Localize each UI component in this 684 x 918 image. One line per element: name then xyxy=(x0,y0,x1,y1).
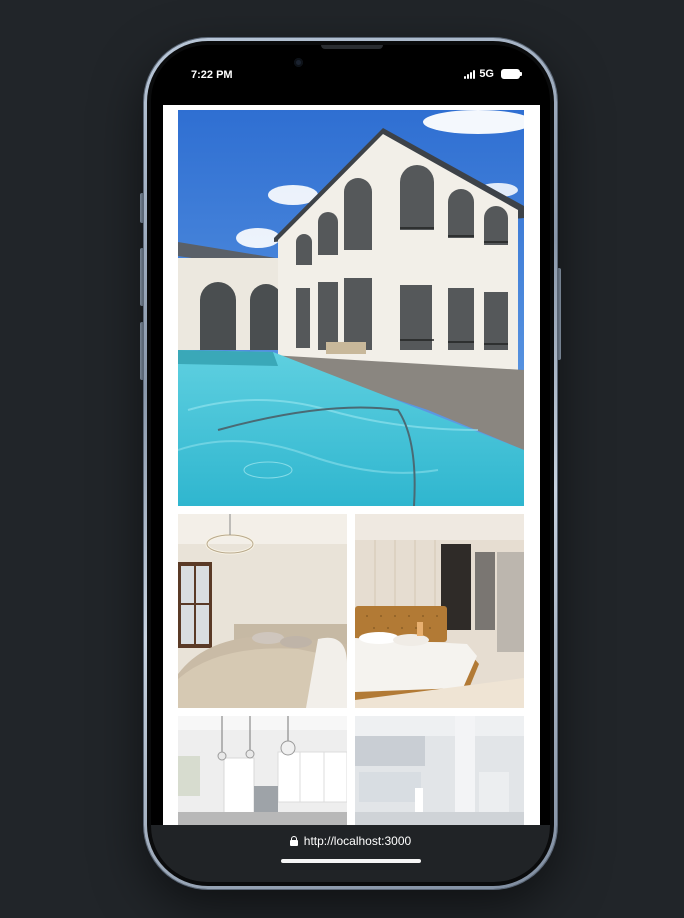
phone-screen: 7:22 PM 5G http://localhost:3000 xyxy=(151,45,550,882)
url-text[interactable]: http://localhost:3000 xyxy=(304,834,411,848)
device-mockup-canvas: 7:22 PM 5G http://localhost:3000 xyxy=(0,0,684,918)
status-bar: 7:22 PM 5G xyxy=(151,45,550,105)
signal-bars-icon xyxy=(464,69,476,79)
power-button xyxy=(557,268,561,360)
web-page[interactable] xyxy=(163,105,540,825)
browser-url-bar[interactable]: http://localhost:3000 xyxy=(151,825,550,882)
status-indicators: 5G xyxy=(464,68,522,80)
gallery-image-main[interactable] xyxy=(178,110,524,506)
lock-icon xyxy=(289,836,298,846)
gallery-image-bedroom-2[interactable] xyxy=(355,514,524,708)
network-label: 5G xyxy=(479,68,494,80)
home-indicator[interactable] xyxy=(281,859,421,863)
gallery-image-bedroom-1[interactable] xyxy=(178,514,347,708)
status-time: 7:22 PM xyxy=(191,69,233,81)
battery-full-icon xyxy=(501,69,522,79)
gallery-image-bathroom[interactable] xyxy=(355,716,524,825)
gallery-image-kitchen[interactable] xyxy=(178,716,347,825)
address-row[interactable]: http://localhost:3000 xyxy=(151,834,550,848)
